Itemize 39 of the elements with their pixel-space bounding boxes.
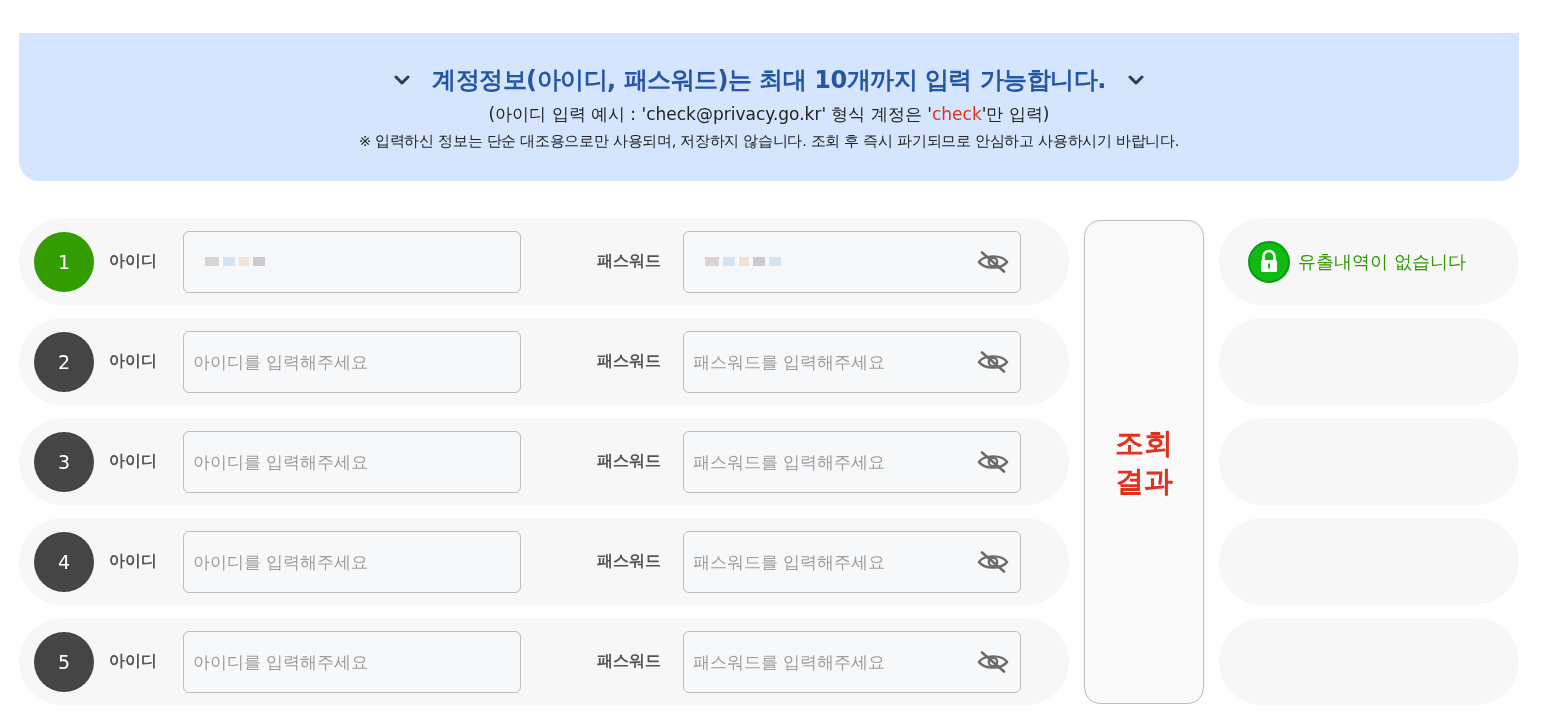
result-text: 유출내역이 없습니다 — [1298, 249, 1466, 274]
eye-slash-icon[interactable] — [977, 450, 1009, 473]
id-label: 아이디 — [109, 251, 158, 272]
id-label: 아이디 — [109, 451, 158, 472]
password-input[interactable]: 패스워드를 입력해주세요 — [683, 630, 1021, 693]
id-field[interactable] — [183, 230, 521, 293]
password-label: 패스워드 — [597, 351, 662, 372]
eye-slash-icon[interactable] — [977, 350, 1009, 373]
eye-slash-icon[interactable] — [977, 550, 1009, 573]
password-input[interactable]: 패스워드를 입력해주세요 — [683, 330, 1021, 393]
id-example-text: (아이디 입력 예시 : 'check@privacy.go.kr' 형식 계정은 'check'만 입력) — [488, 103, 1050, 126]
password-label: 패스워드 — [597, 651, 662, 672]
chevron-down-icon — [1127, 75, 1144, 85]
password-field[interactable] — [683, 230, 1021, 293]
password-label: 패스워드 — [597, 451, 662, 472]
id-input[interactable]: 아이디를 입력해주세요 — [183, 530, 521, 593]
row-number: 3 — [34, 431, 94, 492]
id-input[interactable]: 아이디를 입력해주세요 — [183, 630, 521, 693]
password-label: 패스워드 — [597, 551, 662, 572]
pixelated-value — [205, 257, 265, 266]
eye-slash-icon[interactable] — [977, 650, 1009, 673]
chevron-down-icon — [394, 75, 411, 85]
row-number: 1 — [34, 231, 94, 292]
notice-title: 계정정보(아이디, 패스워드)는 최대 10개까지 입력 가능합니다. — [432, 65, 1106, 96]
privacy-notice-text: ※ 입력하신 정보는 단순 대조용으로만 사용되며, 저장하지 않습니다. 조회 후 즉시 파기되므로 안심하고 사용하시기 바랍니다. — [358, 132, 1180, 151]
row-number: 5 — [34, 631, 94, 692]
id-input[interactable]: 아이디를 입력해주세요 — [183, 430, 521, 493]
id-input[interactable]: 아이디를 입력해주세요 — [183, 330, 521, 393]
row-number: 2 — [34, 331, 94, 392]
row-number: 4 — [34, 531, 94, 592]
id-label: 아이디 — [109, 551, 158, 572]
id-label: 아이디 — [109, 651, 158, 672]
id-label: 아이디 — [109, 351, 158, 372]
password-label: 패스워드 — [597, 251, 662, 272]
eye-slash-icon[interactable] — [977, 250, 1009, 273]
password-input[interactable]: 패스워드를 입력해주세요 — [683, 430, 1021, 493]
lock-icon — [1248, 240, 1290, 283]
search-results-button[interactable]: 조회 결과 — [1084, 220, 1204, 704]
password-input[interactable]: 패스워드를 입력해주세요 — [683, 530, 1021, 593]
